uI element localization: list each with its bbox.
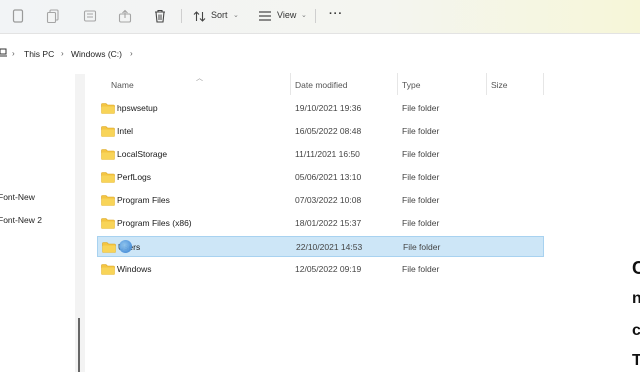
file-date: 16/05/2022 08:48 [295,126,362,136]
file-type: File folder [402,195,440,205]
file-type: File folder [402,103,440,113]
breadcrumb-this-pc[interactable]: This PC [24,49,54,59]
sidebar-scrollbar[interactable] [75,74,85,372]
view-icon[interactable] [257,8,273,24]
command-bar: Sort ⌄ View ⌄ ··· [0,0,640,34]
folder-icon [102,242,116,253]
file-type: File folder [402,172,440,182]
chevron-right-icon: › [61,49,64,58]
sidebar-item-font-new[interactable]: Font-New [0,192,35,202]
folder-icon [101,195,115,206]
edge-glyph: C [632,258,640,278]
edge-glyph: c [632,322,640,339]
pc-icon [0,48,8,61]
file-name: LocalStorage [117,149,168,159]
file-name: PerfLogs [117,172,152,182]
list-item[interactable]: Windows 12/05/2022 09:19 File folder [97,259,544,280]
file-type: File folder [403,242,441,252]
file-type: File folder [402,126,440,136]
rename-icon[interactable] [82,8,98,24]
more-options-button[interactable]: ··· [329,8,343,20]
edge-glyph: n [632,290,640,307]
column-type[interactable]: Type [402,80,420,90]
list-item-selected[interactable]: Users 22/10/2021 14:53 File folder [97,236,544,257]
file-date: 07/03/2022 10:08 [295,195,362,205]
file-date: 11/11/2021 16:50 [295,149,360,159]
breadcrumb-windows-c[interactable]: Windows (C:) [71,49,122,59]
toolbar-divider [315,9,316,23]
list-item[interactable]: Program Files (x86) 18/01/2022 15:37 Fil… [97,213,544,234]
column-size[interactable]: Size [491,80,508,90]
list-item[interactable]: LocalStorage 11/11/2021 16:50 File folde… [97,144,544,165]
folder-icon [101,103,115,114]
file-name: Program Files (x86) [117,218,192,228]
sort-icon[interactable] [191,8,207,24]
new-icon[interactable] [10,8,26,24]
scrollbar-thumb[interactable] [78,318,80,372]
list-item[interactable]: Program Files 07/03/2022 10:08 File fold… [97,190,544,211]
copy-icon[interactable] [45,8,61,24]
column-header-row: Name Date modified Type Size [97,73,547,95]
column-divider[interactable] [397,73,398,95]
toolbar-divider [181,9,182,23]
file-type: File folder [402,264,440,274]
file-name: Windows [117,264,152,274]
list-item[interactable]: Intel 16/05/2022 08:48 File folder [97,121,544,142]
file-name: Intel [117,126,134,136]
file-type: File folder [402,218,440,228]
file-name: Program Files [117,195,170,205]
list-item[interactable]: PerfLogs 05/06/2021 13:10 File folder [97,167,544,188]
column-divider[interactable] [486,73,487,95]
chevron-down-icon: ⌄ [233,12,239,19]
file-name: hpswsetup [117,103,158,113]
folder-icon [101,126,115,137]
column-divider[interactable] [543,73,544,95]
delete-icon[interactable] [152,8,168,24]
cursor-highlight-icon [119,240,132,253]
column-name[interactable]: Name [111,80,134,90]
share-icon[interactable] [117,8,133,24]
file-date: 05/06/2021 13:10 [295,172,362,182]
file-date: 12/05/2022 09:19 [295,264,362,274]
sidebar-item-font-new-2[interactable]: Font-New 2 [0,215,42,225]
column-date-modified[interactable]: Date modified [295,80,347,90]
view-button[interactable]: View [277,10,296,20]
chevron-right-icon: › [12,49,15,58]
folder-icon [101,172,115,183]
file-date: 18/01/2022 15:37 [295,218,362,228]
file-date: 19/10/2021 19:36 [295,103,362,113]
chevron-down-icon: ⌄ [301,12,307,19]
list-item[interactable]: hpswsetup 19/10/2021 19:36 File folder [97,98,544,119]
edge-glyph: T [632,352,640,369]
address-bar[interactable]: › This PC › Windows (C:) › [0,39,640,69]
folder-icon [101,149,115,160]
sort-button[interactable]: Sort [211,10,228,20]
chevron-right-icon: › [130,49,133,58]
file-date: 22/10/2021 14:53 [296,242,363,252]
folder-icon [101,264,115,275]
column-divider[interactable] [290,73,291,95]
folder-icon [101,218,115,229]
file-type: File folder [402,149,440,159]
